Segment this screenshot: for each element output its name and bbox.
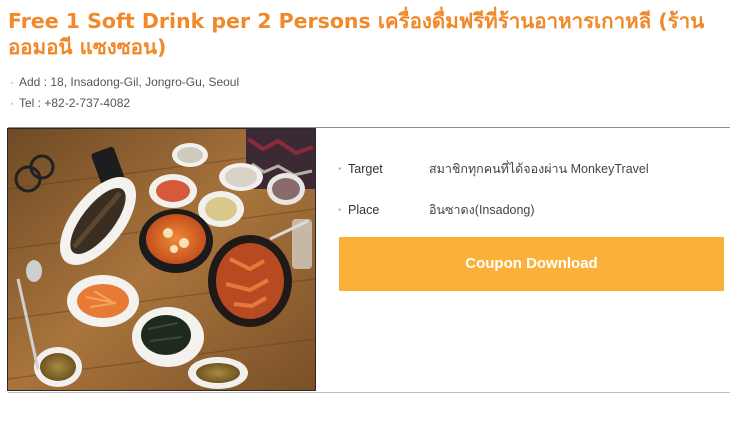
target-value: สมาชิกทุกคนที่ได้จองผ่าน MonkeyTravel bbox=[429, 162, 649, 176]
bullet-icon: · bbox=[10, 75, 14, 89]
address-line: · Add : 18, Insadong-Gil, Jongro-Gu, Seou… bbox=[10, 74, 239, 95]
section-divider-bottom bbox=[8, 392, 730, 393]
page-title: Free 1 Soft Drink per 2 Persons เครื่องด… bbox=[8, 9, 705, 59]
telephone-text: Tel : +82-2-737-4082 bbox=[19, 96, 131, 110]
telephone-line: · Tel : +82-2-737-4082 bbox=[10, 95, 239, 116]
place-label: Place bbox=[348, 203, 380, 217]
address-info-list: · Add : 18, Insadong-Gil, Jongro-Gu, Seou… bbox=[10, 74, 239, 116]
bullet-icon: · bbox=[338, 203, 343, 217]
bullet-icon: · bbox=[10, 96, 14, 110]
food-photo-illustration bbox=[8, 129, 315, 390]
restaurant-food-photo bbox=[7, 128, 316, 391]
bullet-icon: · bbox=[338, 162, 343, 176]
place-value: อินซาดง(Insadong) bbox=[429, 203, 535, 217]
target-label: Target bbox=[348, 162, 383, 176]
detail-place-row: · Place อินซาดง(Insadong) bbox=[338, 201, 718, 219]
detail-target-row: · Target สมาชิกทุกคนที่ได้จองผ่าน Monkey… bbox=[338, 160, 718, 178]
coupon-download-button[interactable]: Coupon Download bbox=[339, 237, 724, 291]
address-text: Add : 18, Insadong-Gil, Jongro-Gu, Seoul bbox=[19, 75, 240, 89]
